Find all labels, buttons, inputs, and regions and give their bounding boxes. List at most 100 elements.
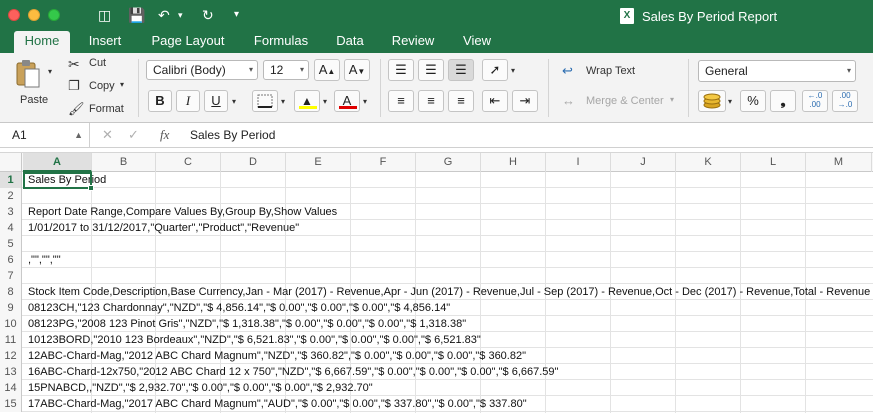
- cell-a3[interactable]: Report Date Range,Compare Values By,Grou…: [28, 204, 337, 220]
- copy-dropdown-icon[interactable]: ▾: [120, 80, 124, 89]
- tab-review[interactable]: Review: [384, 31, 442, 53]
- fill-handle[interactable]: [88, 185, 94, 191]
- row-header[interactable]: 1: [0, 172, 22, 188]
- fill-color-dropdown-icon[interactable]: ▾: [323, 97, 327, 106]
- maximize-window-button[interactable]: [48, 9, 60, 21]
- row-header[interactable]: 13: [0, 364, 22, 380]
- increase-decimal-button[interactable]: ←.0 .00: [802, 90, 828, 112]
- row-header[interactable]: 7: [0, 268, 22, 284]
- cancel-icon[interactable]: ✕: [102, 123, 113, 147]
- format-painter-icon[interactable]: 🖌: [68, 101, 85, 117]
- column-header[interactable]: E: [286, 153, 351, 172]
- font-name-select[interactable]: Calibri (Body) ▾: [146, 60, 258, 80]
- tab-data[interactable]: Data: [328, 31, 372, 53]
- italic-button[interactable]: I: [176, 90, 200, 112]
- select-all-corner[interactable]: [0, 153, 22, 172]
- row-header[interactable]: 11: [0, 332, 22, 348]
- cell-a15[interactable]: 17ABC-Chard-Mag,"2017 ABC Chard Magnum",…: [28, 396, 527, 412]
- row-header[interactable]: 2: [0, 188, 22, 204]
- underline-button[interactable]: U: [204, 90, 228, 112]
- undo-icon[interactable]: ↶: [158, 7, 170, 23]
- font-color-dropdown-icon[interactable]: ▾: [363, 97, 367, 106]
- increase-font-size-button[interactable]: A▲: [314, 59, 340, 81]
- paste-icon[interactable]: [14, 59, 42, 89]
- paste-dropdown-icon[interactable]: ▾: [48, 67, 52, 76]
- tab-home[interactable]: Home: [14, 31, 70, 53]
- worksheet-grid[interactable]: 1 Sales By Period 2 3 Report Date Range,…: [0, 172, 873, 413]
- column-header[interactable]: A: [23, 153, 92, 172]
- orientation-button[interactable]: ➚: [482, 59, 508, 81]
- borders-button[interactable]: [252, 90, 278, 112]
- column-header[interactable]: D: [221, 153, 286, 172]
- cut-icon[interactable]: ✂: [68, 56, 80, 73]
- cut-button[interactable]: Cut: [89, 57, 106, 69]
- number-format-select[interactable]: General ▾: [698, 60, 856, 82]
- percent-style-button[interactable]: %: [740, 90, 766, 112]
- align-left-button[interactable]: ≡: [388, 90, 414, 112]
- cell-a9[interactable]: 08123CH,"123 Chardonnay","NZD","$ 4,856.…: [28, 300, 450, 316]
- row-header[interactable]: 8: [0, 284, 22, 300]
- redo-icon[interactable]: ↻: [202, 7, 214, 23]
- row-header[interactable]: 9: [0, 300, 22, 316]
- row-header[interactable]: 3: [0, 204, 22, 220]
- increase-indent-button[interactable]: ⇥: [512, 90, 538, 112]
- save-icon[interactable]: 💾: [128, 7, 145, 23]
- column-header[interactable]: G: [416, 153, 481, 172]
- comma-style-button[interactable]: ❟: [770, 90, 796, 112]
- column-header[interactable]: C: [156, 153, 221, 172]
- row-header[interactable]: 5: [0, 236, 22, 252]
- row-header[interactable]: 14: [0, 380, 22, 396]
- bold-button[interactable]: B: [148, 90, 172, 112]
- column-header[interactable]: B: [92, 153, 156, 172]
- tab-view[interactable]: View: [454, 31, 500, 53]
- close-window-button[interactable]: [8, 9, 20, 21]
- accounting-format-button[interactable]: [698, 90, 726, 112]
- decrease-indent-button[interactable]: ⇤: [482, 90, 508, 112]
- column-header[interactable]: K: [676, 153, 741, 172]
- cell-a10[interactable]: 08123PG,"2008 123 Pinot Gris","NZD","$ 1…: [28, 316, 466, 332]
- tab-insert[interactable]: Insert: [80, 31, 130, 53]
- column-header[interactable]: J: [611, 153, 676, 172]
- column-header[interactable]: M: [806, 153, 872, 172]
- copy-icon[interactable]: ❐: [68, 78, 80, 94]
- sidebar-toggle-icon[interactable]: ◫: [98, 7, 111, 23]
- paste-button[interactable]: Paste: [20, 94, 48, 106]
- formula-input[interactable]: Sales By Period: [190, 123, 275, 147]
- row-header[interactable]: 6: [0, 252, 22, 268]
- name-box[interactable]: A1 ▲: [0, 123, 90, 147]
- accounting-dropdown-icon[interactable]: ▾: [728, 97, 732, 106]
- cell-a12[interactable]: 12ABC-Chard-Mag,"2012 ABC Chard Magnum",…: [28, 348, 526, 364]
- decrease-decimal-button[interactable]: .00 →.0: [832, 90, 858, 112]
- column-header[interactable]: H: [481, 153, 546, 172]
- format-painter-button[interactable]: Format: [89, 103, 124, 115]
- cell-a13[interactable]: 16ABC-Chard-12x750,"2012 ABC Chard 12 x …: [28, 364, 558, 380]
- undo-dropdown-icon[interactable]: ▾: [178, 7, 183, 23]
- name-box-stepper-icon[interactable]: ▲: [74, 123, 83, 147]
- font-size-select[interactable]: 12 ▾: [263, 60, 309, 80]
- align-middle-button[interactable]: ☰: [418, 59, 444, 81]
- underline-dropdown-icon[interactable]: ▾: [232, 97, 236, 106]
- copy-button[interactable]: Copy: [89, 80, 115, 92]
- minimize-window-button[interactable]: [28, 9, 40, 21]
- orientation-dropdown-icon[interactable]: ▾: [511, 66, 515, 75]
- tab-formulas[interactable]: Formulas: [246, 31, 316, 53]
- align-top-button[interactable]: ☰: [388, 59, 414, 81]
- column-header[interactable]: F: [351, 153, 416, 172]
- tab-page-layout[interactable]: Page Layout: [144, 31, 232, 53]
- cell-a6[interactable]: ,"","","": [28, 252, 61, 268]
- align-bottom-button[interactable]: ☰: [448, 59, 474, 81]
- borders-dropdown-icon[interactable]: ▾: [281, 97, 285, 106]
- enter-icon[interactable]: ✓: [128, 123, 139, 147]
- cell-a4[interactable]: 1/01/2017 to 31/12/2017,"Quarter","Produ…: [28, 220, 299, 236]
- font-color-button[interactable]: A: [334, 90, 360, 112]
- align-right-button[interactable]: ≡: [448, 90, 474, 112]
- column-header[interactable]: I: [546, 153, 611, 172]
- cell-a14[interactable]: 15PNABCD,,"NZD","$ 2,932.70","$ 0.00","$…: [28, 380, 373, 396]
- cell-a8[interactable]: Stock Item Code,Description,Base Currenc…: [28, 284, 870, 300]
- customize-toolbar-icon[interactable]: ▾: [234, 7, 239, 23]
- wrap-text-icon[interactable]: ↩: [562, 63, 573, 79]
- insert-function-icon[interactable]: fx: [160, 123, 169, 147]
- cell-a11[interactable]: 10123BORD,"2010 123 Bordeaux","NZD","$ 6…: [28, 332, 481, 348]
- row-header[interactable]: 4: [0, 220, 22, 236]
- fill-color-button[interactable]: ▲: [294, 90, 320, 112]
